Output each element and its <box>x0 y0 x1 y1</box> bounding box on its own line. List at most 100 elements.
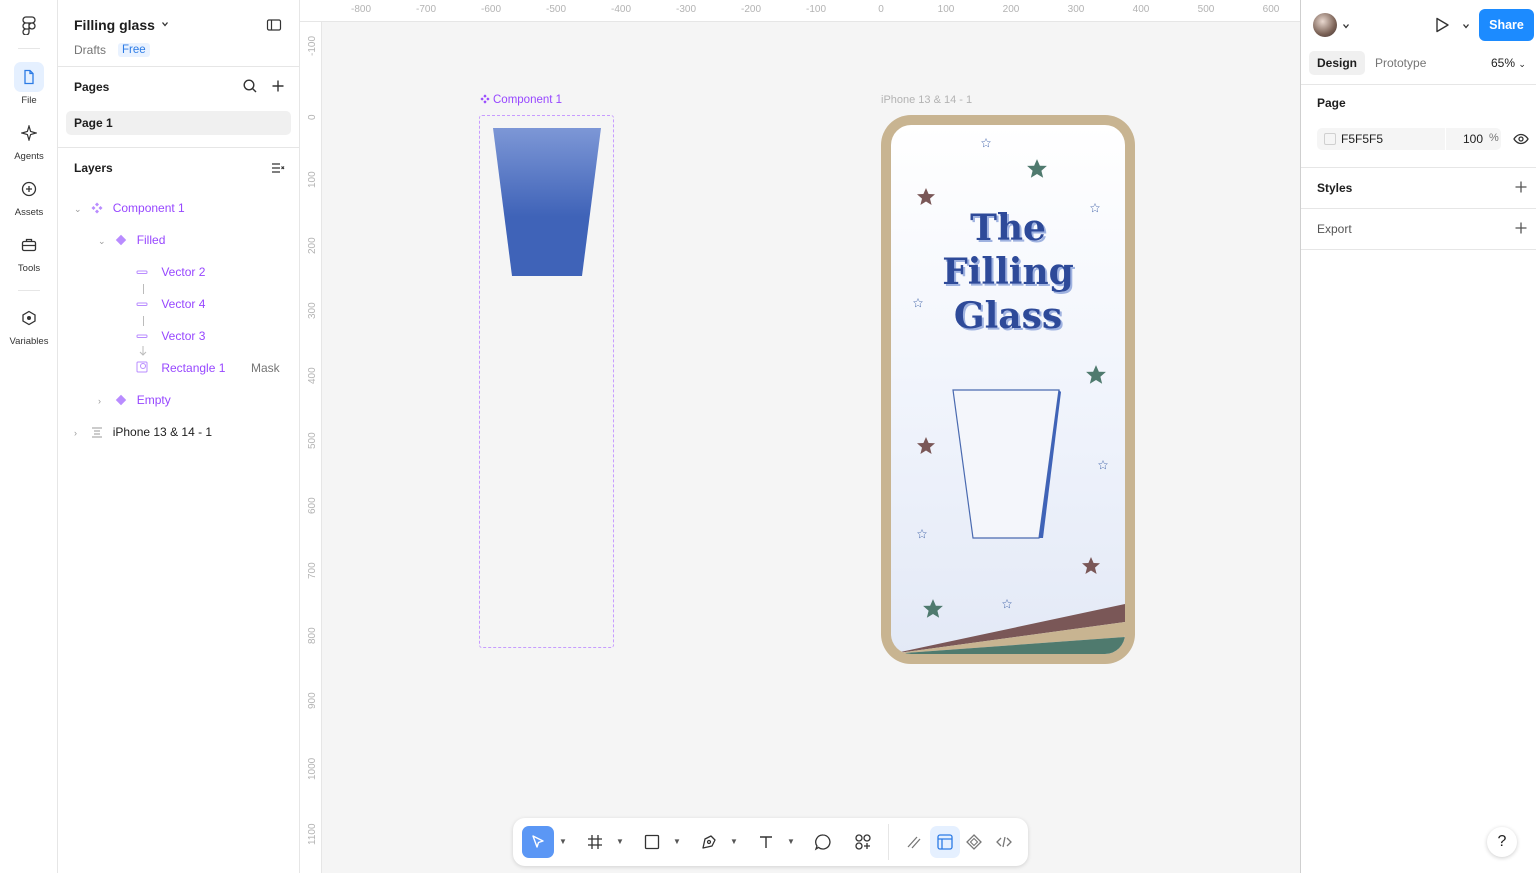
frame-label[interactable]: iPhone 13 & 14 - 1 <box>881 94 972 106</box>
page-color-hex[interactable]: F5F5F5 <box>1341 132 1383 146</box>
tab-prototype[interactable]: Prototype <box>1375 56 1426 70</box>
chevron-down-icon[interactable]: ▼ <box>787 837 795 846</box>
ruler-tick: 500 <box>307 432 318 449</box>
layers-sort-icon[interactable] <box>270 160 286 176</box>
design-mode-button[interactable] <box>930 826 960 858</box>
ruler-tick: 100 <box>937 4 955 15</box>
instance-icon <box>116 234 127 246</box>
vector-icon <box>136 270 148 274</box>
layer-name: Component 1 <box>112 201 185 215</box>
layer-row-empty[interactable]: › Empty <box>98 390 171 410</box>
file-icon <box>14 62 44 92</box>
connector-line <box>143 316 144 326</box>
rail-divider <box>18 48 40 49</box>
canvas[interactable]: -800 -700 -600 -500 -400 -300 -200 -100 … <box>300 0 1300 873</box>
draw-mode-button[interactable] <box>900 826 928 858</box>
code-icon <box>996 836 1012 848</box>
play-icon[interactable] <box>1433 16 1451 34</box>
rail-item-assets[interactable]: Assets <box>0 174 58 224</box>
comment-tool-button[interactable] <box>811 826 835 858</box>
figma-logo-icon[interactable] <box>19 15 39 35</box>
chevron-down-icon[interactable]: ▼ <box>616 837 624 846</box>
ruler-tick: -100 <box>307 35 318 56</box>
chevron-down-icon[interactable]: ⌄ <box>74 199 84 219</box>
chevron-right-icon[interactable]: › <box>74 423 84 443</box>
page-opacity-value[interactable]: 100 <box>1463 132 1483 146</box>
actions-tool-button[interactable] <box>851 826 875 858</box>
ruler-tick: 0 <box>878 4 884 15</box>
layer-row-vector-2[interactable]: Vector 2 <box>136 262 205 282</box>
layer-row-filled[interactable]: ⌄ Filled <box>98 230 165 250</box>
ruler-horizontal: -800 -700 -600 -500 -400 -300 -200 -100 … <box>300 0 1300 22</box>
ruler-tick: -700 <box>415 4 437 15</box>
shape-tool-button[interactable] <box>640 826 664 858</box>
frame-tool-button[interactable] <box>583 826 607 858</box>
component-mode-icon <box>966 834 982 850</box>
field-divider <box>1445 128 1446 150</box>
rail-item-file[interactable]: File <box>0 62 58 112</box>
layers-header: Layers <box>74 161 113 175</box>
rail-item-tools[interactable]: Tools <box>0 230 58 280</box>
chevron-down-icon[interactable]: ▼ <box>673 837 681 846</box>
chevron-down-icon: ⌄ <box>1518 59 1526 69</box>
layer-row-iphone-frame[interactable]: › iPhone 13 & 14 - 1 <box>74 422 212 442</box>
chevron-down-icon[interactable]: ▼ <box>730 837 738 846</box>
chevron-down-icon[interactable]: ⌄ <box>98 231 108 251</box>
divider <box>1301 84 1536 85</box>
export-section-title: Export <box>1317 222 1352 236</box>
dev-mode-button[interactable] <box>990 826 1018 858</box>
page-item-label: Page 1 <box>74 116 113 130</box>
layer-row-rectangle-1[interactable]: Rectangle 1 <box>136 358 225 378</box>
component-mode-button[interactable] <box>960 826 988 858</box>
page-item[interactable]: Page 1 <box>66 111 291 135</box>
search-icon[interactable] <box>242 78 258 94</box>
chevron-down-icon[interactable] <box>1341 21 1351 31</box>
chevron-down-icon[interactable] <box>160 19 170 29</box>
page-color-field[interactable]: F5F5F5 100 % <box>1317 128 1501 150</box>
tab-design[interactable]: Design <box>1309 51 1366 75</box>
iphone-frame[interactable]: The Filling Glass <box>881 115 1135 664</box>
layer-row-vector-3[interactable]: Vector 3 <box>136 326 205 346</box>
zoom-dropdown[interactable]: 65% ⌄ <box>1491 56 1526 70</box>
sidebar-toggle-icon[interactable] <box>266 17 282 33</box>
layer-row-component-1[interactable]: ⌄ Component 1 <box>74 198 185 218</box>
component-label[interactable]: Component 1 <box>480 94 562 106</box>
chevron-down-icon[interactable] <box>1461 21 1471 31</box>
divider <box>1301 249 1536 250</box>
layer-name: Empty <box>136 393 171 407</box>
ruler-tick: -800 <box>350 4 372 15</box>
add-style-icon[interactable] <box>1514 180 1528 194</box>
toolbar-divider <box>888 824 889 860</box>
rail-item-agents[interactable]: Agents <box>0 118 58 168</box>
text-tool-button[interactable] <box>754 826 778 858</box>
pen-tool-button[interactable] <box>697 826 721 858</box>
filled-glass-shape[interactable] <box>492 127 602 277</box>
layer-row-vector-4[interactable]: Vector 4 <box>136 294 205 314</box>
chevron-right-icon[interactable]: › <box>98 391 108 411</box>
share-button[interactable]: Share <box>1479 9 1534 41</box>
file-location[interactable]: Drafts <box>74 43 106 57</box>
artwork-title-line: Glass <box>953 295 1063 337</box>
chevron-down-icon[interactable]: ▼ <box>559 837 567 846</box>
avatar[interactable] <box>1313 13 1337 37</box>
ruler-tick: -600 <box>480 4 502 15</box>
add-page-icon[interactable] <box>270 78 286 94</box>
rail-item-label: Variables <box>9 336 49 347</box>
add-export-icon[interactable] <box>1514 221 1528 235</box>
comment-icon <box>814 834 831 851</box>
move-tool-button[interactable] <box>522 826 554 858</box>
artwork-title-line: Filling <box>942 251 1074 293</box>
toolbox-icon <box>14 230 44 260</box>
file-title[interactable]: Filling glass <box>74 17 155 33</box>
color-swatch[interactable] <box>1324 133 1336 145</box>
eye-icon[interactable] <box>1513 131 1529 147</box>
component-frame[interactable] <box>479 115 614 648</box>
ruler-tick: 200 <box>307 237 318 254</box>
rail-item-variables[interactable]: Variables <box>0 303 58 353</box>
ruler-tick: 0 <box>307 114 318 120</box>
help-button[interactable]: ? <box>1487 827 1517 857</box>
ruler-tick: 900 <box>307 692 318 709</box>
vector-icon <box>136 334 148 338</box>
layer-name: Filled <box>136 233 166 247</box>
layer-name: Vector 4 <box>161 297 206 311</box>
